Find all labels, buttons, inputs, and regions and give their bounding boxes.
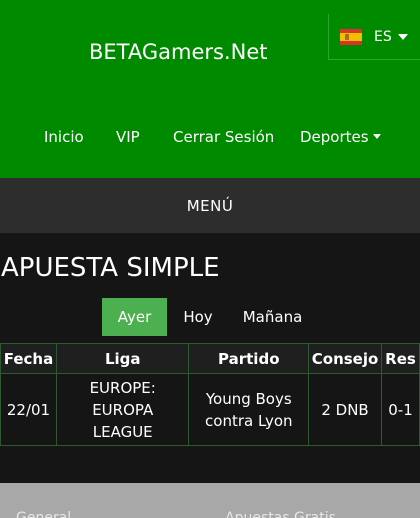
footer-link-general[interactable]: General bbox=[16, 510, 71, 518]
language-label: ES bbox=[374, 28, 392, 45]
main-nav: Inicio VIP Cerrar Sesión Deportes bbox=[0, 128, 420, 150]
cell-res: 0-1 bbox=[381, 373, 420, 446]
tab-manana[interactable]: Mañana bbox=[229, 298, 316, 336]
table-header-row: Fecha Liga Partido Consejo Res bbox=[0, 343, 420, 374]
site-title[interactable]: BETAGamers.Net bbox=[89, 40, 268, 64]
column-header-consejo: Consejo bbox=[308, 343, 383, 374]
column-header-liga: Liga bbox=[55, 343, 190, 374]
liga-line: EUROPE: bbox=[89, 378, 156, 397]
footer-link-apuestas-gratis[interactable]: Apuestas Gratis bbox=[225, 510, 336, 518]
nav-item-deportes-label: Deportes bbox=[300, 128, 369, 146]
cell-consejo: 2 DNB bbox=[308, 373, 383, 446]
tab-hoy[interactable]: Hoy bbox=[167, 298, 229, 336]
column-header-partido: Partido bbox=[188, 343, 310, 374]
menu-toggle[interactable]: MENÚ bbox=[0, 178, 420, 233]
column-header-fecha: Fecha bbox=[0, 343, 57, 374]
site-header: BETAGamers.Net ES Inicio VIP Cerrar Sesi… bbox=[0, 0, 420, 178]
tab-ayer[interactable]: Ayer bbox=[102, 298, 167, 336]
page-title: APUESTA SIMPLE bbox=[1, 253, 220, 283]
cell-liga: EUROPE: EUROPA LEAGUE bbox=[55, 373, 190, 446]
day-tabs: Ayer Hoy Mañana bbox=[102, 298, 316, 336]
caret-down-icon bbox=[372, 134, 381, 139]
table-row: 22/01 EUROPE: EUROPA LEAGUE Young Boys c… bbox=[0, 373, 420, 446]
cell-fecha: 22/01 bbox=[0, 373, 57, 446]
partido-line: contra Lyon bbox=[205, 411, 293, 430]
nav-item-inicio[interactable]: Inicio bbox=[44, 128, 84, 146]
caret-down-icon bbox=[397, 34, 408, 40]
nav-item-vip[interactable]: VIP bbox=[116, 128, 140, 146]
main-content: APUESTA SIMPLE Ayer Hoy Mañana Fecha Lig… bbox=[0, 233, 420, 483]
column-header-res: Res bbox=[381, 343, 420, 374]
nav-item-cerrar-sesion[interactable]: Cerrar Sesión bbox=[173, 128, 274, 146]
partido-line: Young Boys bbox=[205, 389, 292, 408]
nav-item-deportes[interactable]: Deportes bbox=[300, 128, 381, 146]
spain-flag-icon bbox=[340, 28, 362, 45]
language-selector[interactable]: ES bbox=[328, 14, 420, 60]
cell-partido: Young Boys contra Lyon bbox=[188, 373, 310, 446]
picks-table: Fecha Liga Partido Consejo Res 22/01 EUR… bbox=[0, 343, 420, 446]
liga-line: EUROPA bbox=[92, 400, 154, 419]
liga-line: LEAGUE bbox=[92, 422, 153, 441]
menu-label: MENÚ bbox=[186, 196, 234, 215]
footer: General Apuestas Gratis bbox=[0, 483, 420, 518]
